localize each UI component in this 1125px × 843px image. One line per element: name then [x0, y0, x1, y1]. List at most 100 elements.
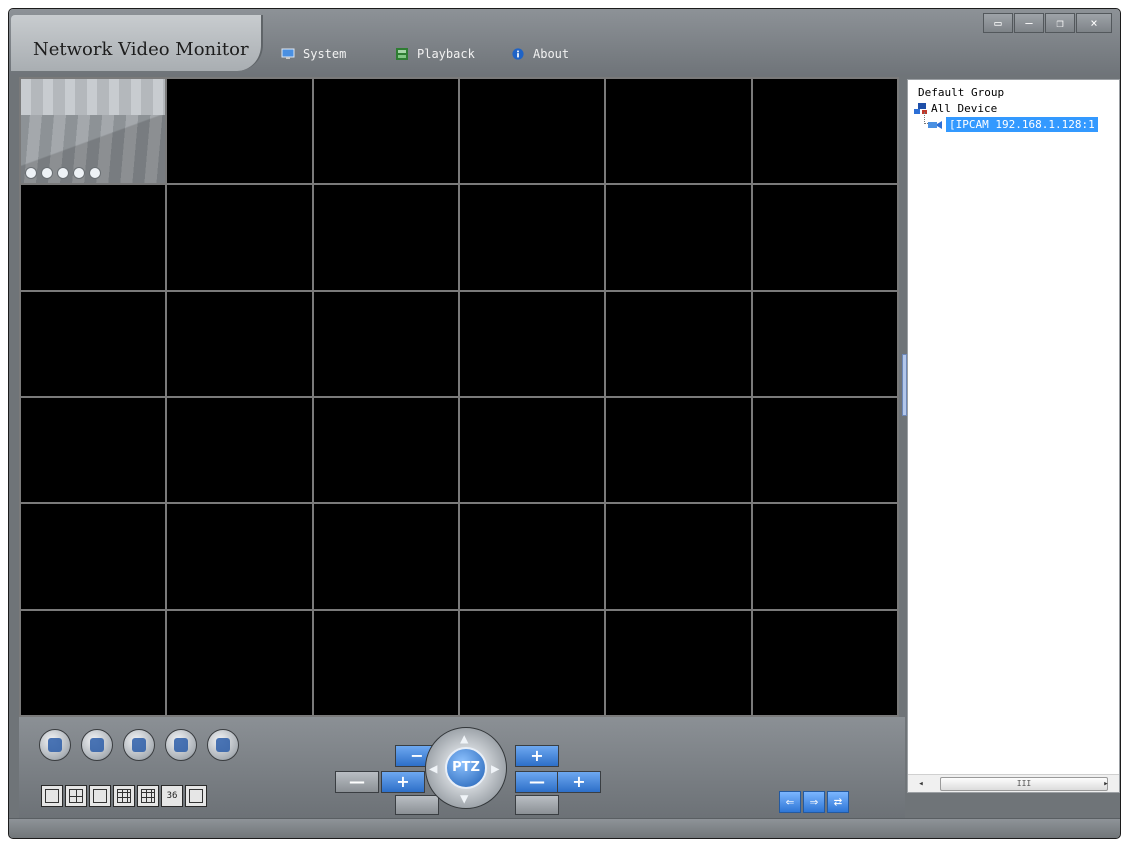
menu-about-label: About — [533, 47, 570, 61]
video-channel[interactable] — [313, 398, 458, 503]
ptz-right-icon[interactable]: ▶ — [491, 761, 499, 777]
snapshot-button[interactable] — [123, 729, 155, 761]
next-page-icon[interactable]: ⇒ — [803, 791, 825, 813]
focus-plus-button[interactable]: + — [381, 771, 425, 793]
video-channel[interactable] — [313, 185, 458, 290]
scroll-right-icon[interactable]: ▸ — [1099, 776, 1113, 792]
settings-button[interactable] — [207, 729, 239, 761]
playback-controls — [39, 729, 239, 761]
layout-16-button[interactable] — [137, 785, 159, 807]
layout-36-button[interactable]: 36 — [161, 785, 183, 807]
video-channel[interactable] — [21, 610, 166, 715]
control-bar: 36 − + — + — + ▲ ▼ ◀ ▶ PTZ ⇐ ⇒ ⇄ — [19, 717, 905, 819]
video-channel[interactable] — [313, 79, 458, 184]
record-button[interactable] — [165, 729, 197, 761]
fullscreen-button[interactable] — [185, 785, 207, 807]
scroll-thumb[interactable]: III — [940, 777, 1108, 791]
layout-6-button[interactable] — [89, 785, 111, 807]
video-channel[interactable] — [606, 291, 751, 396]
video-channel[interactable] — [606, 398, 751, 503]
video-channel[interactable] — [459, 398, 605, 503]
live-feed-image — [21, 79, 166, 115]
video-channel[interactable] — [21, 504, 166, 609]
video-channel[interactable] — [167, 610, 312, 715]
status-bar — [9, 818, 1120, 838]
video-channel[interactable] — [459, 291, 605, 396]
video-channel[interactable] — [459, 504, 605, 609]
cruise-button[interactable] — [515, 795, 559, 815]
video-channel[interactable] — [313, 291, 458, 396]
menu-playback-label: Playback — [417, 47, 475, 61]
layout-9-button[interactable] — [113, 785, 135, 807]
horizontal-scrollbar[interactable]: ◂ III ▸ — [908, 774, 1119, 792]
video-channel[interactable] — [167, 504, 312, 609]
video-channel[interactable] — [606, 610, 751, 715]
menu-system-label: System — [303, 47, 347, 61]
main-window: Network Video Monitor System Playback Ab… — [8, 8, 1121, 839]
video-channel[interactable] — [752, 610, 897, 715]
tree-group-label: All Device — [931, 102, 998, 115]
ptz-down-icon[interactable]: ▼ — [460, 791, 468, 807]
layout-switcher: 36 — [41, 785, 207, 807]
settings-icon[interactable] — [89, 167, 101, 180]
video-channel[interactable] — [606, 185, 751, 290]
video-channel[interactable] — [752, 291, 897, 396]
stop-button[interactable] — [81, 729, 113, 761]
video-channel[interactable] — [459, 185, 605, 290]
film-icon — [396, 48, 408, 60]
zoom-in-button[interactable]: + — [515, 745, 559, 767]
video-channel[interactable] — [459, 610, 605, 715]
video-channel[interactable] — [167, 79, 312, 184]
menu-about[interactable]: About — [511, 47, 569, 61]
iris-minus-button[interactable]: — — [515, 771, 559, 793]
video-channel[interactable] — [21, 291, 166, 396]
video-channel[interactable] — [606, 79, 751, 184]
preset-button[interactable] — [395, 795, 439, 815]
video-channel[interactable] — [459, 79, 605, 184]
video-channel[interactable] — [21, 185, 166, 290]
snapshot-icon[interactable] — [41, 167, 53, 180]
video-channel[interactable] — [167, 291, 312, 396]
talk-icon[interactable] — [73, 167, 85, 180]
tree-item-camera[interactable]: [IPCAM 192.168.1.128:1 — [928, 117, 1098, 132]
video-channel[interactable] — [752, 398, 897, 503]
video-channel[interactable] — [21, 398, 166, 503]
video-channel-1[interactable] — [21, 79, 166, 184]
video-channel[interactable] — [752, 504, 897, 609]
layout-4-button[interactable] — [65, 785, 87, 807]
menu-playback[interactable]: Playback — [395, 47, 475, 61]
iris-plus-button[interactable]: + — [557, 771, 601, 793]
focus-minus-button[interactable]: — — [335, 771, 379, 793]
minimize-button[interactable]: — — [1014, 13, 1044, 33]
close-button[interactable]: × — [1076, 13, 1112, 33]
scroll-left-icon[interactable]: ◂ — [914, 776, 928, 792]
maximize-button[interactable]: ❐ — [1045, 13, 1075, 33]
video-channel[interactable] — [313, 610, 458, 715]
restore-small-button[interactable]: ▭ — [983, 13, 1013, 33]
menu-system[interactable]: System — [281, 47, 346, 61]
record-icon[interactable] — [25, 167, 37, 180]
cycle-icon[interactable]: ⇄ — [827, 791, 849, 813]
previous-page-icon[interactable]: ⇐ — [779, 791, 801, 813]
app-title: Network Video Monitor — [11, 15, 263, 71]
camera-icon — [928, 120, 942, 129]
audio-icon[interactable] — [57, 167, 69, 180]
ptz-control: − + — + — + ▲ ▼ ◀ ▶ PTZ — [331, 721, 601, 817]
monitor-icon — [281, 48, 295, 59]
tree-device-label: [IPCAM 192.168.1.128:1 — [946, 117, 1098, 132]
device-tree-panel: Default Group All Device [IPCAM 192.168.… — [907, 79, 1120, 793]
channel-navigation: ⇐ ⇒ ⇄ — [779, 791, 849, 813]
title-bar: Network Video Monitor System Playback Ab… — [9, 9, 1120, 75]
video-channel[interactable] — [752, 185, 897, 290]
tree-root-label[interactable]: Default Group — [918, 86, 1004, 99]
layout-1-button[interactable] — [41, 785, 63, 807]
video-channel[interactable] — [167, 185, 312, 290]
ptz-left-icon[interactable]: ◀ — [429, 761, 437, 777]
ptz-center-button[interactable]: PTZ — [445, 747, 487, 789]
video-channel[interactable] — [606, 504, 751, 609]
ptz-up-icon[interactable]: ▲ — [460, 731, 468, 747]
video-channel[interactable] — [313, 504, 458, 609]
play-button[interactable] — [39, 729, 71, 761]
video-channel[interactable] — [752, 79, 897, 184]
video-channel[interactable] — [167, 398, 312, 503]
